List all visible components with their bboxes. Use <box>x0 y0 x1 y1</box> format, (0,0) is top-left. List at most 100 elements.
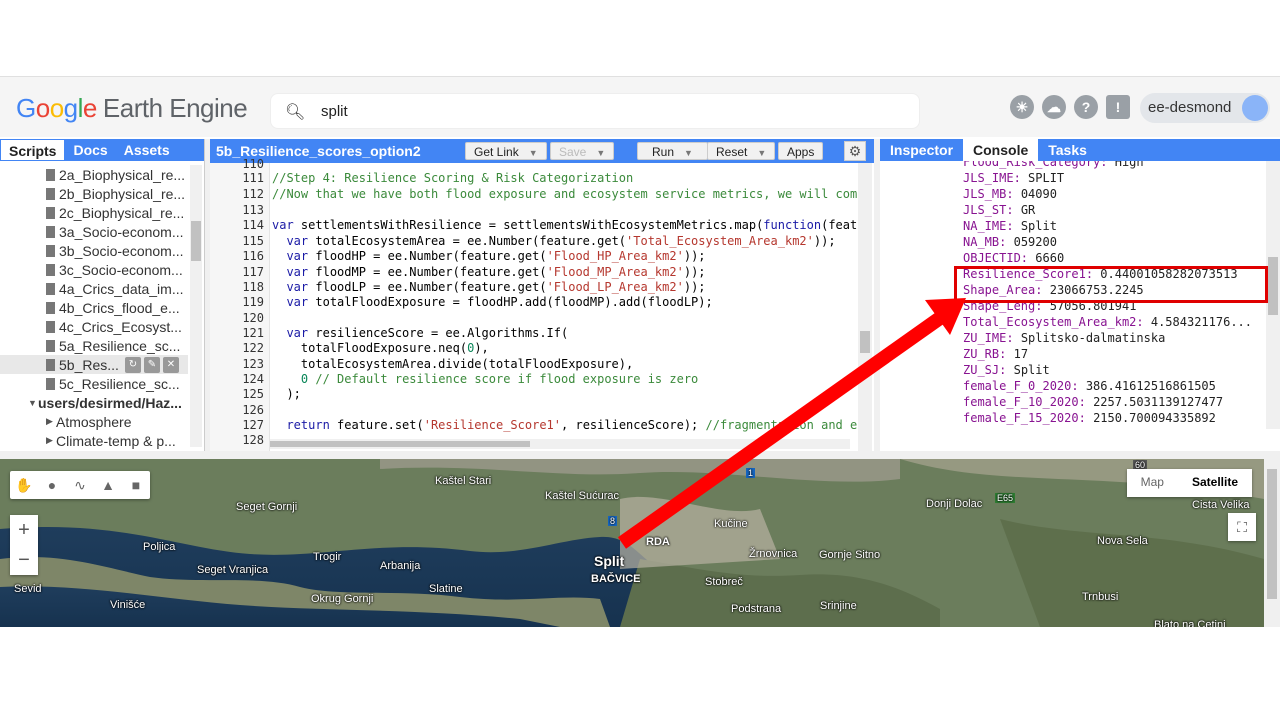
scroll-thumb[interactable] <box>270 441 530 447</box>
tab-console[interactable]: Console <box>963 139 1039 161</box>
reset-button[interactable]: Reset ▼ <box>707 142 776 160</box>
map-label: Okrug Gornji <box>311 593 374 605</box>
line-number: 128 <box>242 433 264 447</box>
code-editor-panel: 5b_Resilience_scores_option2 Get Link ▼ S… <box>210 139 874 451</box>
property-value: 2257.5031139127477 <box>1093 395 1224 409</box>
script-item-selected[interactable]: 5b_Res... ↻ ✎ ✕ <box>0 355 188 374</box>
chevron-down-icon[interactable]: ▼ <box>684 148 693 158</box>
script-item[interactable]: 2c_Biophysical_re... <box>0 203 188 222</box>
script-item[interactable]: 3c_Socio-econom... <box>0 260 188 279</box>
code-line: var settlementsWithResilience = settleme… <box>272 218 858 232</box>
tab-scripts[interactable]: Scripts <box>0 139 66 161</box>
logo-letter: o <box>35 93 50 123</box>
map-label: Kaštel Stari <box>435 475 492 487</box>
property-key: JLS_MB: <box>963 187 1014 201</box>
scroll-thumb[interactable] <box>860 331 870 353</box>
scroll-thumb[interactable] <box>191 221 201 261</box>
folder-item[interactable]: ▶ Atmosphere <box>0 412 188 431</box>
zoom-in-button[interactable]: + <box>10 515 38 545</box>
save-button[interactable]: Save ▼ <box>550 142 615 160</box>
editor-hscrollbar[interactable] <box>270 439 850 449</box>
user-name: ee-desmond <box>1148 99 1232 116</box>
road-shield: 1 <box>746 468 756 478</box>
console-property-row: female_F_10_2020: 2257.5031139127477 <box>963 395 1223 409</box>
cloud-lock-icon[interactable]: ☁ <box>1042 95 1066 119</box>
console-property-row: Flood_Risk_Category: High <box>963 161 1144 169</box>
script-label: 3c_Socio-econom... <box>59 261 183 278</box>
brightness-icon[interactable]: ☀ <box>1010 95 1034 119</box>
edit-icon[interactable]: ✎ <box>143 356 160 373</box>
delete-icon[interactable]: ✕ <box>162 356 179 373</box>
search-input[interactable]: split <box>321 103 348 120</box>
draw-rectangle-icon[interactable]: ■ <box>122 471 150 499</box>
folder-item[interactable]: ▶ Climate-temp & p... <box>0 431 188 450</box>
script-item[interactable]: 4b_Crics_flood_e... <box>0 298 188 317</box>
map-splitter[interactable] <box>0 451 1280 459</box>
script-item[interactable]: 4a_Crics_data_im... <box>0 279 188 298</box>
gear-icon[interactable]: ⚙ <box>844 141 866 161</box>
code-line: var floodMP = ee.Number(feature.get('Flo… <box>286 265 706 279</box>
line-number: 110 <box>242 157 264 171</box>
scroll-thumb[interactable] <box>1267 469 1277 599</box>
tab-tasks[interactable]: Tasks <box>1038 139 1097 161</box>
line-number: 123 <box>242 357 264 371</box>
feedback-icon[interactable]: ! <box>1106 95 1130 119</box>
script-item[interactable]: 2a_Biophysical_re... <box>0 165 188 184</box>
map-label: Poljica <box>143 541 176 553</box>
file-icon <box>46 244 55 257</box>
console-property-row: female_F_15_2020: 2150.700094335892 <box>963 411 1216 425</box>
script-label: 4c_Crics_Ecosyst... <box>59 318 182 335</box>
map-label: Kaštel Sućurac <box>545 490 619 502</box>
script-label: 5c_Resilience_sc... <box>59 375 180 392</box>
chevron-down-icon[interactable]: ▼ <box>596 148 605 158</box>
history-icon[interactable]: ↻ <box>124 356 141 373</box>
map-label: BAČVICE <box>591 573 641 585</box>
property-key: Total_Ecosystem_Area_km2: <box>963 315 1144 329</box>
map-type-toggle: Map Satellite <box>1126 469 1252 497</box>
tab-assets[interactable]: Assets <box>116 139 178 161</box>
code-area[interactable]: //Step 4: Resilience Scoring & Risk Cate… <box>270 163 858 451</box>
add-marker-icon[interactable]: ● <box>38 471 66 499</box>
map-type-map[interactable]: Map <box>1127 469 1178 497</box>
fullscreen-icon[interactable]: ⛶ <box>1228 513 1256 541</box>
get-link-button[interactable]: Get Link ▼ <box>465 142 547 160</box>
tab-docs[interactable]: Docs <box>65 139 115 161</box>
script-item[interactable]: 3b_Socio-econom... <box>0 241 188 260</box>
help-icon[interactable]: ? <box>1074 95 1098 119</box>
run-label: Run <box>652 145 675 159</box>
scroll-thumb[interactable] <box>1268 257 1278 315</box>
folder-item[interactable]: ▼ users/desirmed/Haz... <box>0 393 188 412</box>
script-item[interactable]: 4c_Crics_Ecosyst... <box>0 317 188 336</box>
property-value: 17 <box>1013 347 1029 361</box>
script-item[interactable]: 5c_Resilience_sc... <box>0 374 188 393</box>
chevron-down-icon: ▼ <box>28 397 37 408</box>
earth-engine-logo[interactable]: Google Earth Engine <box>16 93 248 124</box>
chevron-down-icon[interactable]: ▼ <box>529 148 538 158</box>
map-label: Nova Sela <box>1097 535 1148 547</box>
run-button[interactable]: Run ▼ <box>637 142 708 160</box>
console-scrollbar[interactable] <box>1266 161 1280 429</box>
script-item[interactable]: 2b_Biophysical_re... <box>0 184 188 203</box>
editor-scrollbar[interactable] <box>858 163 872 451</box>
script-item[interactable]: 5a_Resilience_sc... <box>0 336 188 355</box>
script-item[interactable]: 3a_Socio-econom... <box>0 222 188 241</box>
search-box[interactable]: 🔍︎ split <box>270 93 920 129</box>
tab-inspector[interactable]: Inspector <box>880 139 963 161</box>
draw-shape-icon[interactable]: ▲ <box>94 471 122 499</box>
line-number: 124 <box>242 372 264 386</box>
left-scrollbar[interactable] <box>190 165 202 447</box>
map-scrollbar[interactable] <box>1264 459 1280 627</box>
line-number: 114 <box>242 218 264 232</box>
map-view[interactable]: Kaštel Stari Kaštel Sućurac Seget Gornji… <box>0 459 1264 627</box>
property-value: 2150.700094335892 <box>1093 411 1216 425</box>
hand-pan-icon[interactable]: ✋ <box>10 471 38 499</box>
code-line: return feature.set('Resilience_Score1', … <box>286 418 858 432</box>
zoom-out-button[interactable]: − <box>10 545 38 575</box>
draw-line-icon[interactable]: ∿ <box>66 471 94 499</box>
map-type-satellite[interactable]: Satellite <box>1178 469 1252 497</box>
apps-button[interactable]: Apps <box>778 142 824 160</box>
console-property-row: Total_Ecosystem_Area_km2: 4.584321176... <box>963 315 1252 329</box>
property-key: female_F_15_2020: <box>963 411 1086 425</box>
chevron-down-icon[interactable]: ▼ <box>757 148 766 158</box>
account-button[interactable]: ee-desmond <box>1140 93 1270 123</box>
